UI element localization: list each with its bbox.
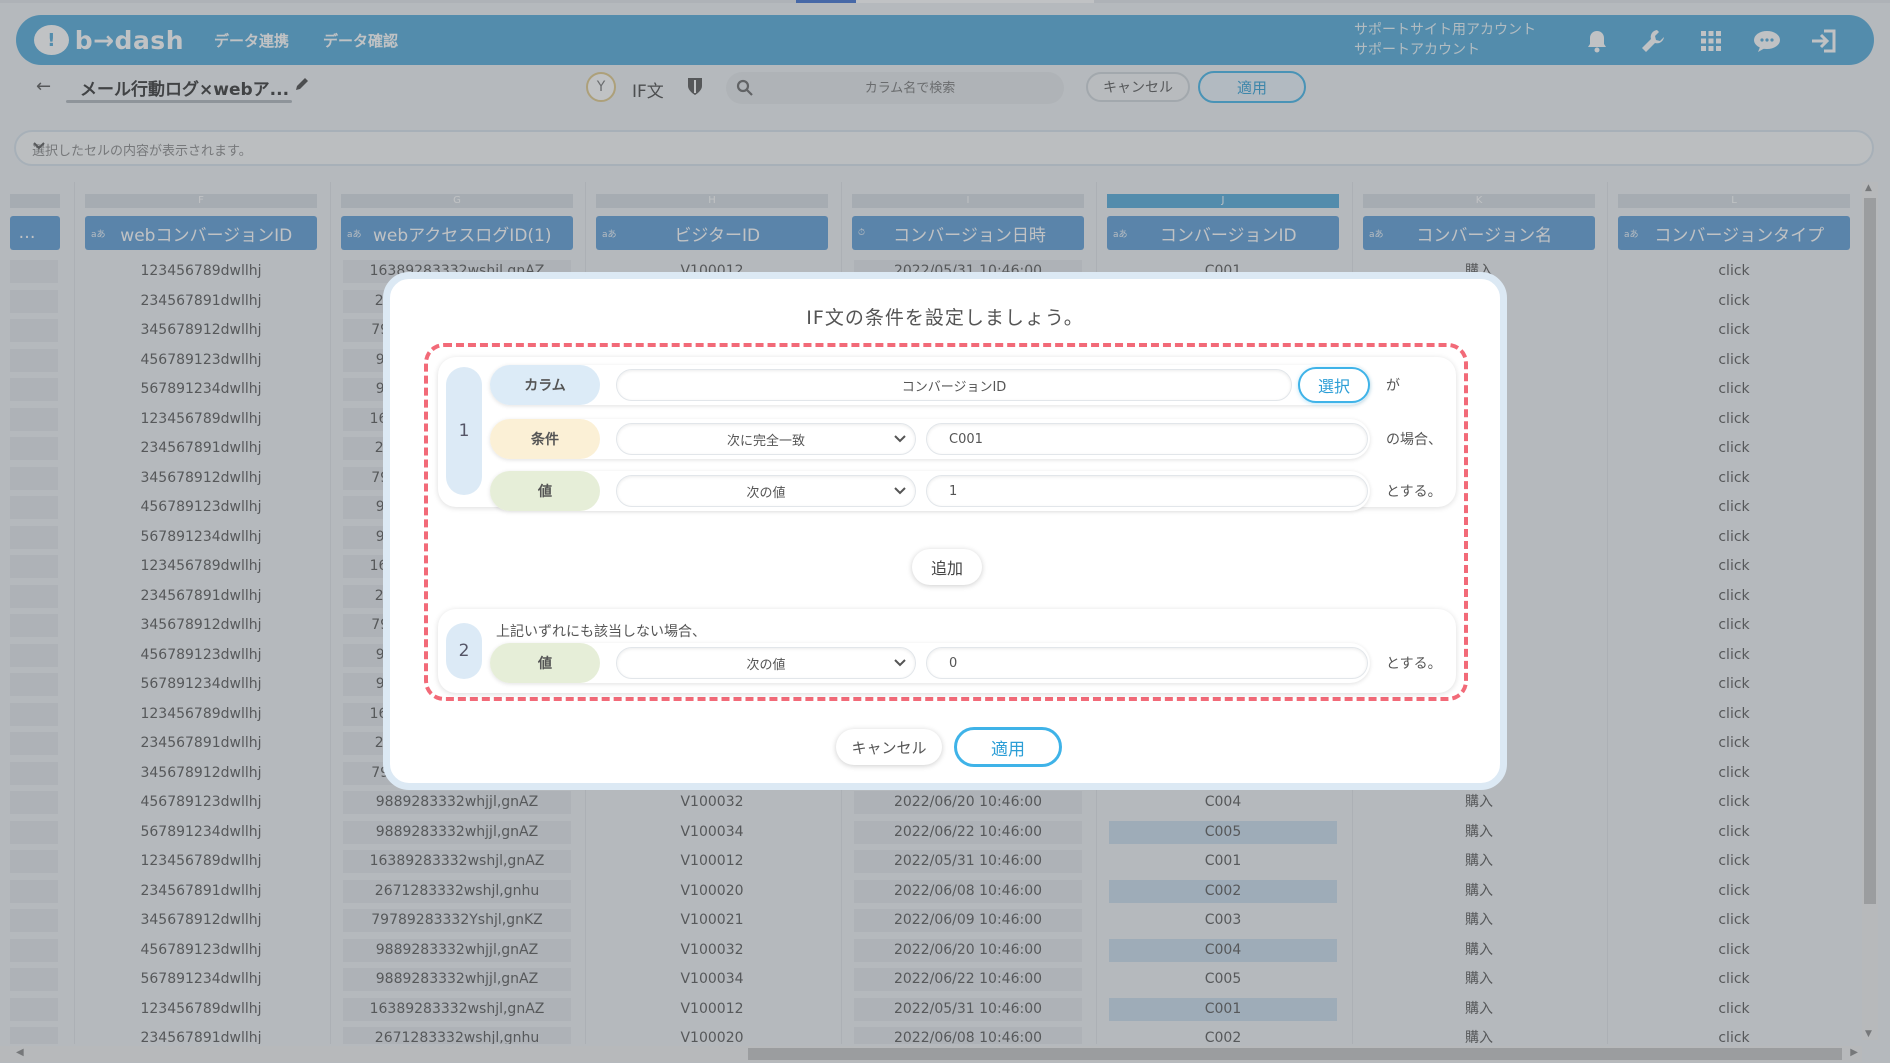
else-value-input[interactable]: 0 xyxy=(926,647,1368,679)
modal-apply-button[interactable]: 適用 xyxy=(954,727,1062,767)
else-card: 2 上記いずれにも該当しない場合、 値 次の値 0 とする。 xyxy=(438,609,1456,693)
else-number: 2 xyxy=(446,623,482,679)
modal-cancel-button[interactable]: キャンセル xyxy=(836,729,942,765)
condition-card-1: 1 カラム コンバージョンID 選択 が 条件 次に完全一致 C001 の場合、… xyxy=(438,357,1456,511)
else-value-type-select[interactable]: 次の値 xyxy=(616,647,916,679)
if-condition-modal: IF文の条件を設定しましょう。 1 カラム コンバージョンID 選択 が 条件 … xyxy=(383,272,1507,790)
chevron-down-icon xyxy=(893,484,907,502)
value-input[interactable]: 1 xyxy=(926,475,1368,507)
condition-operator-value: 次に完全一致 xyxy=(726,433,805,449)
value-suffix: とする。 xyxy=(1386,484,1442,500)
column-suffix: が xyxy=(1386,378,1400,394)
column-field[interactable]: コンバージョンID xyxy=(616,369,1292,401)
condition-label: 条件 xyxy=(490,419,600,459)
value-type-select[interactable]: 次の値 xyxy=(616,475,916,507)
add-condition-button[interactable]: 追加 xyxy=(912,549,982,585)
condition-suffix: の場合、 xyxy=(1386,432,1442,448)
else-value-suffix: とする。 xyxy=(1386,656,1442,672)
value-label: 値 xyxy=(490,471,600,511)
condition-number: 1 xyxy=(446,367,482,495)
chevron-down-icon xyxy=(893,656,907,674)
condition-value-input[interactable]: C001 xyxy=(926,423,1368,455)
value-type-value: 次の値 xyxy=(746,485,786,501)
modal-title: IF文の条件を設定しましょう。 xyxy=(806,307,1084,329)
chevron-down-icon xyxy=(893,432,907,450)
condition-operator-select[interactable]: 次に完全一致 xyxy=(616,423,916,455)
column-label: カラム xyxy=(490,365,600,405)
conditions-highlight-box: 1 カラム コンバージョンID 選択 が 条件 次に完全一致 C001 の場合、… xyxy=(424,343,1468,701)
else-value-type-value: 次の値 xyxy=(746,657,786,673)
else-value-label: 値 xyxy=(490,643,600,683)
else-description: 上記いずれにも該当しない場合、 xyxy=(496,624,706,640)
select-column-button[interactable]: 選択 xyxy=(1298,367,1370,403)
